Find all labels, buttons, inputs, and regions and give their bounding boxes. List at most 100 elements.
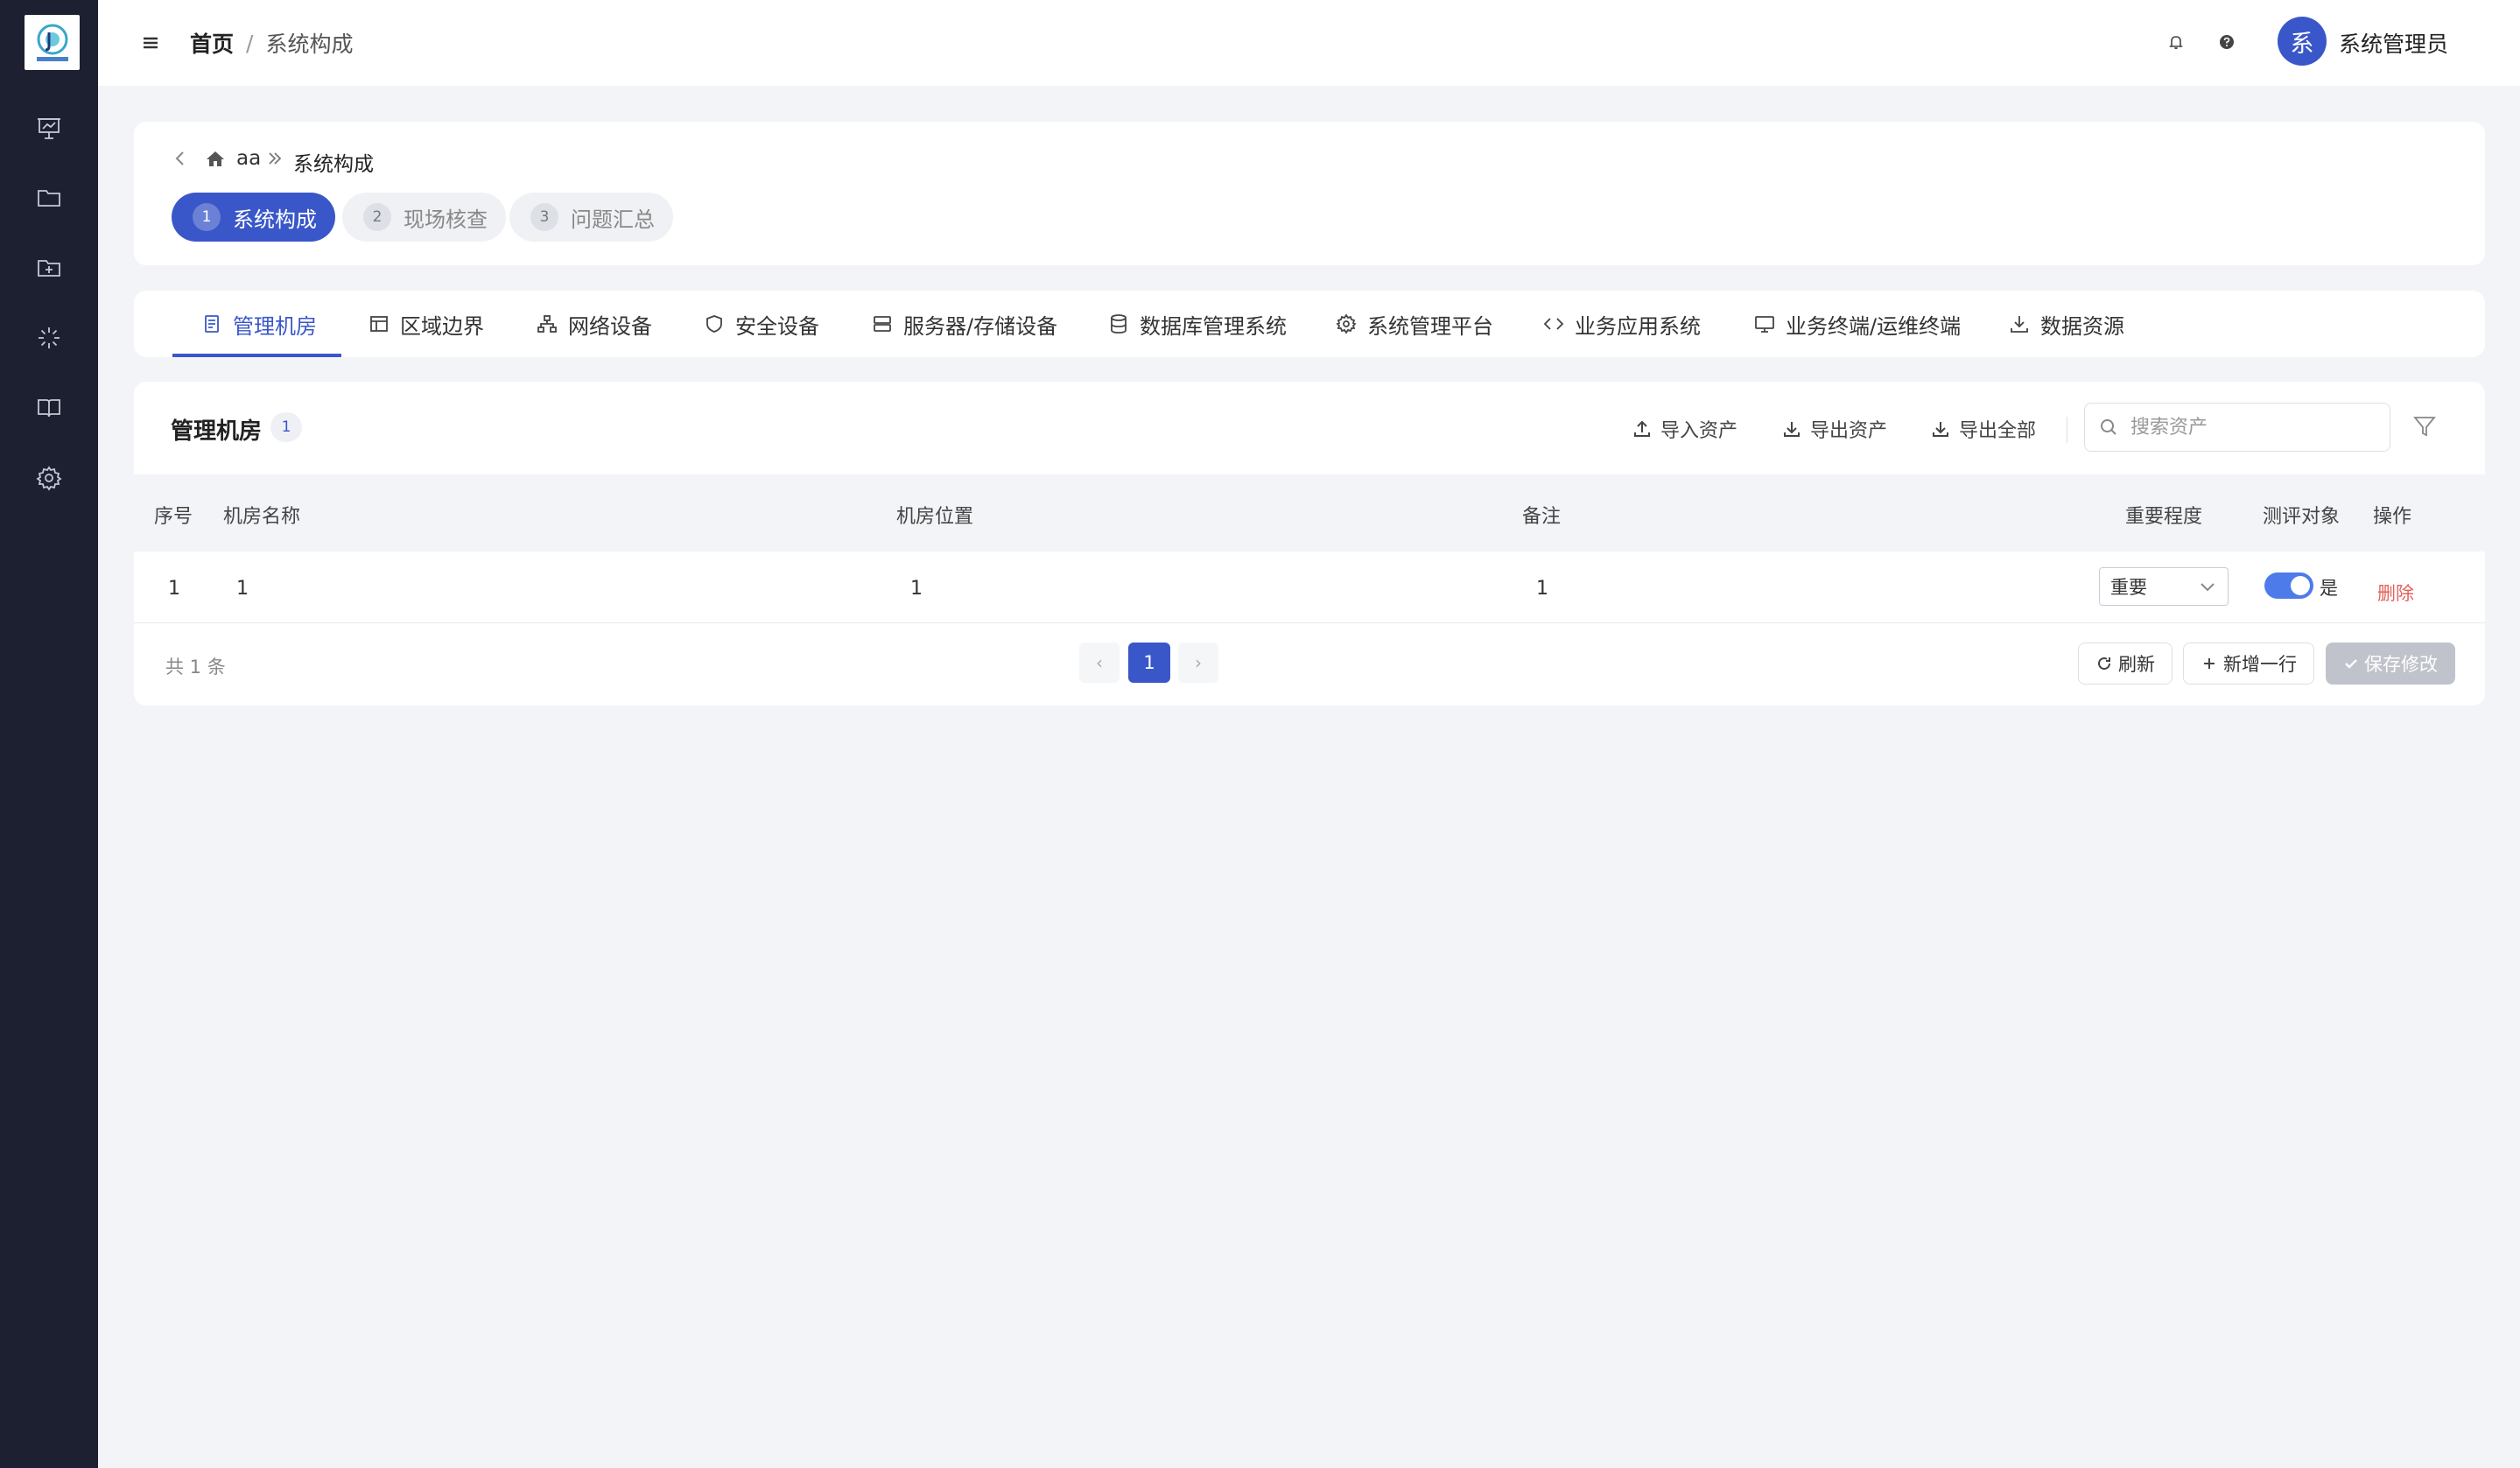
- sidebar-item-projects[interactable]: [32, 180, 67, 215]
- menu-toggle-button[interactable]: [139, 32, 162, 54]
- table-title: 管理机房: [171, 418, 263, 445]
- filter-button[interactable]: [2411, 413, 2438, 439]
- bell-icon: [2169, 36, 2183, 50]
- breadcrumb-separator: /: [246, 30, 254, 56]
- spinner-icon: [39, 327, 60, 348]
- column-header-location: 机房位置: [896, 506, 974, 528]
- page-button-current[interactable]: 1: [1128, 643, 1170, 683]
- step-number: 1: [193, 203, 221, 231]
- prev-page-button[interactable]: ‹: [1079, 643, 1120, 683]
- subnav-parent[interactable]: aa: [236, 147, 261, 170]
- download-icon: [1784, 422, 1800, 437]
- tab-label: 数据库管理系统: [1140, 313, 1287, 339]
- code-icon: [1543, 318, 1564, 330]
- cell-location[interactable]: 1: [910, 578, 923, 600]
- step-label: 现场核查: [404, 207, 488, 232]
- cell-name[interactable]: 1: [236, 578, 249, 600]
- download-icon: [1933, 422, 1948, 437]
- next-page-button[interactable]: ›: [1178, 643, 1218, 683]
- column-header-name: 机房名称: [223, 506, 301, 528]
- delete-row-link[interactable]: 删除: [2377, 579, 2414, 606]
- add-row-button[interactable]: 新增一行: [2183, 643, 2314, 685]
- refresh-icon: [2098, 657, 2110, 670]
- logo-icon: [36, 24, 68, 61]
- total-count: 共 1 条: [165, 657, 226, 678]
- help-button[interactable]: [2216, 32, 2237, 53]
- folder-add-icon: [38, 260, 60, 277]
- home-icon[interactable]: [206, 150, 225, 167]
- table-header: 序号 机房名称 机房位置 备注 重要程度 测评对象 操作: [134, 474, 2485, 551]
- tab-label: 管理机房: [233, 313, 317, 339]
- document-icon: [205, 315, 219, 333]
- sidebar: [0, 0, 98, 1468]
- button-label: 刷新: [2118, 654, 2155, 675]
- tab-business-application[interactable]: 业务应用系统: [1543, 291, 1701, 357]
- column-header-index: 序号: [154, 506, 193, 528]
- tab-network-device[interactable]: 网络设备: [537, 291, 652, 357]
- step-system-composition[interactable]: 1 系统构成: [172, 193, 335, 242]
- tab-label: 系统管理平台: [1367, 313, 1493, 339]
- search-box: [2084, 403, 2390, 452]
- tab-label: 业务应用系统: [1575, 313, 1701, 339]
- count-badge: 1: [270, 412, 302, 442]
- gear-icon: [36, 466, 62, 491]
- column-header-target: 测评对象: [2263, 506, 2341, 528]
- tab-system-management[interactable]: 系统管理平台: [1336, 291, 1493, 357]
- table-row: 1 1 1 1 重要 是 删除: [134, 551, 2485, 623]
- sidebar-item-new-project[interactable]: [32, 250, 67, 285]
- button-label: 导出资产: [1810, 420, 1888, 442]
- tab-database[interactable]: 数据库管理系统: [1108, 291, 1287, 357]
- asset-tabs: 管理机房 区域边界 网络设备 安全设备 服务器/存储设备 数据库管理系统 系统管…: [134, 291, 2485, 357]
- save-changes-button[interactable]: 保存修改: [2326, 643, 2455, 685]
- tab-label: 业务终端/运维终端: [1786, 313, 1962, 339]
- search-icon: [2101, 419, 2116, 435]
- toggle-label: 是: [2320, 578, 2338, 599]
- step-issue-summary[interactable]: 3 问题汇总: [509, 193, 673, 242]
- filter-icon: [2413, 417, 2436, 437]
- steps-card: aa 系统构成 1 系统构成 2 现场核查 3 问题汇总: [134, 122, 2485, 265]
- button-label: 导出全部: [1959, 420, 2037, 442]
- search-input[interactable]: [2130, 416, 2376, 439]
- import-asset-button[interactable]: 导入资产: [1632, 415, 1737, 443]
- sidebar-item-dashboard[interactable]: [32, 110, 67, 145]
- back-button[interactable]: [171, 148, 188, 169]
- sidebar-item-settings[interactable]: [32, 460, 67, 495]
- download-icon: [2011, 316, 2028, 333]
- breadcrumb-current: 系统构成: [265, 32, 354, 57]
- target-toggle[interactable]: [2264, 572, 2313, 599]
- breadcrumb-home[interactable]: 首页: [190, 27, 234, 59]
- step-site-check[interactable]: 2 现场核查: [342, 193, 506, 242]
- sidebar-item-loading[interactable]: [32, 320, 67, 355]
- tab-zone-boundary[interactable]: 区域边界: [369, 291, 484, 357]
- tab-data-resource[interactable]: 数据资源: [2009, 291, 2124, 357]
- export-asset-button[interactable]: 导出资产: [1782, 415, 1887, 443]
- toggle-knob: [2291, 576, 2310, 595]
- tab-security-device[interactable]: 安全设备: [704, 291, 819, 357]
- tab-label: 安全设备: [735, 313, 819, 339]
- app-logo[interactable]: [25, 15, 80, 70]
- notification-button[interactable]: [2166, 32, 2187, 53]
- step-label: 系统构成: [233, 207, 317, 232]
- tab-terminal[interactable]: 业务终端/运维终端: [1754, 291, 1961, 357]
- export-all-button[interactable]: 导出全部: [1931, 415, 2036, 443]
- button-label: 新增一行: [2223, 654, 2297, 675]
- folder-icon: [38, 190, 60, 207]
- button-label: 保存修改: [2364, 654, 2438, 675]
- column-header-importance: 重要程度: [2125, 506, 2203, 528]
- column-header-ops: 操作: [2373, 506, 2412, 528]
- tab-management-room[interactable]: 管理机房: [201, 291, 317, 357]
- asset-table-card: 管理机房 1 导入资产 导出资产 导出全部 序号 机房名称 机房位置 备注 重要…: [134, 382, 2485, 706]
- cell-remark[interactable]: 1: [1536, 578, 1548, 600]
- button-label: 导入资产: [1660, 420, 1738, 442]
- step-number: 3: [530, 203, 558, 231]
- sidebar-item-docs[interactable]: [32, 390, 67, 425]
- user-avatar[interactable]: 系: [2278, 17, 2327, 66]
- tab-server-storage[interactable]: 服务器/存储设备: [872, 291, 1057, 357]
- user-name[interactable]: 系统管理员: [2339, 27, 2448, 59]
- top-header: 首页 / 系统构成 系 系统管理员: [98, 0, 2520, 86]
- upload-icon: [1634, 420, 1650, 437]
- cell-index: 1: [168, 578, 180, 600]
- importance-select[interactable]: 重要: [2099, 567, 2229, 606]
- refresh-button[interactable]: 刷新: [2078, 643, 2173, 685]
- breadcrumb: 首页 / 系统构成: [190, 27, 353, 59]
